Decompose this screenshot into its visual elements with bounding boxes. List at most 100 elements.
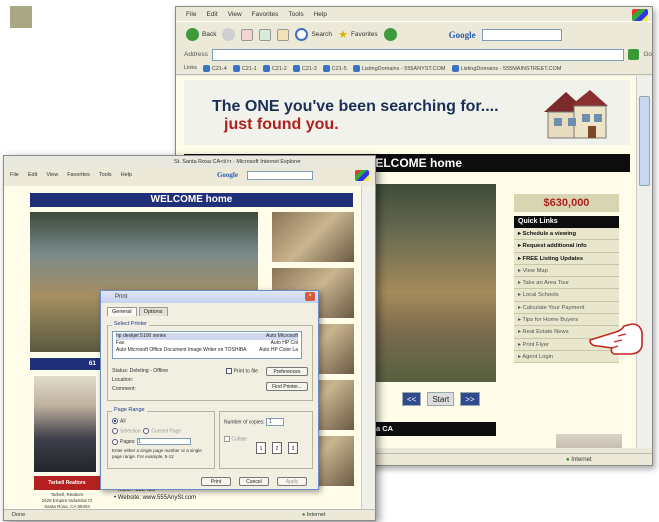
collate-checkbox[interactable] xyxy=(224,436,230,442)
menu-view[interactable]: View xyxy=(228,11,242,18)
link-listing-mainstreet[interactable]: ListingDomains - 555MAINSTREET.COM xyxy=(451,64,561,72)
internet-zone: ● Internet xyxy=(302,510,326,521)
current-page-radio[interactable] xyxy=(143,428,150,434)
quick-link-request-info[interactable]: ▸ Request additional info xyxy=(514,240,619,253)
google-toolbar-logo: Google xyxy=(448,29,476,40)
quick-link-local-schools[interactable]: ▸ Local Schools xyxy=(514,289,619,302)
find-printer-button[interactable]: Find Printer... xyxy=(266,382,308,391)
menu-favorites[interactable]: Favorites xyxy=(67,172,90,178)
collate-label: Collate xyxy=(231,436,247,443)
page-range-label: Page Range xyxy=(112,407,147,413)
printer-name: hp deskjet 5100 series xyxy=(116,333,167,339)
forward-arrow-icon[interactable] xyxy=(222,28,236,41)
print-to-file-row[interactable]: Print to file xyxy=(226,368,258,374)
printer-item[interactable]: Fax Auto HP Col xyxy=(116,340,298,347)
home-icon[interactable] xyxy=(277,28,290,41)
selection-label: Selection xyxy=(120,428,141,435)
link-listing-anyst[interactable]: ListingDomains - 555ANYST.COM xyxy=(352,64,446,72)
printer-name: Auto Microsoft xyxy=(266,333,298,339)
quick-link-schedule-viewing[interactable]: ▸ Schedule a viewing xyxy=(514,228,619,241)
collate-row[interactable]: Collate xyxy=(224,436,247,442)
link-c21-3[interactable]: C21-3 xyxy=(292,64,317,72)
pages-input[interactable]: 1 xyxy=(136,438,191,445)
menu-file[interactable]: File xyxy=(186,11,196,18)
menu-tools[interactable]: Tools xyxy=(288,11,303,18)
tagline-line2: just found you. xyxy=(224,116,339,133)
quick-link-free-updates[interactable]: ▸ FREE Listing Updates xyxy=(514,252,619,265)
link-text: C21-3 xyxy=(301,65,317,72)
menu-tools[interactable]: Tools xyxy=(99,172,112,178)
go-label[interactable]: Go xyxy=(643,51,652,58)
link-c21-2[interactable]: C21-2 xyxy=(262,64,287,72)
google-search-input[interactable] xyxy=(246,170,313,180)
quick-link-area-tour[interactable]: ▸ Take an Area Tour xyxy=(514,277,619,290)
quick-link-view-map[interactable]: ▸ View Map xyxy=(514,264,619,278)
print-to-file-checkbox[interactable] xyxy=(226,368,232,374)
copies-input[interactable]: 1 xyxy=(265,418,284,426)
all-radio[interactable] xyxy=(112,418,118,424)
menu-file[interactable]: File xyxy=(10,172,19,178)
back-button[interactable]: Back xyxy=(186,28,216,41)
scroll-thumb[interactable] xyxy=(639,96,650,186)
printer-item[interactable]: Auto Microsoft Office Document Image Wri… xyxy=(116,347,298,354)
photo-thumbnail[interactable] xyxy=(272,212,354,262)
selection-radio-row[interactable]: Selection Current Page xyxy=(112,428,181,434)
printer-item[interactable]: hp deskjet 5100 series Auto Microsoft xyxy=(116,333,298,340)
print-button[interactable]: Print xyxy=(201,477,231,486)
printer-name: Fax xyxy=(116,340,125,346)
pages-radio-row[interactable]: Pages: 1 xyxy=(112,438,191,445)
front-scrollbar[interactable] xyxy=(361,186,375,510)
back-menubar: File Edit View Favorites Tools Help xyxy=(176,7,652,21)
search-icon xyxy=(295,28,309,41)
website-line[interactable]: • Website: www.555AnySt.com xyxy=(114,494,196,502)
close-icon[interactable]: × xyxy=(305,292,315,301)
menu-help[interactable]: Help xyxy=(121,172,132,178)
menu-edit[interactable]: Edit xyxy=(206,11,217,18)
ie-page-icon xyxy=(262,64,270,72)
status-value: Deleting - Offline xyxy=(129,368,169,374)
tab-general[interactable]: General xyxy=(107,307,137,316)
link-text: C21-5 xyxy=(331,65,347,72)
address-row: Address Go xyxy=(176,47,652,62)
search-button[interactable]: Search xyxy=(295,28,332,41)
photo-prev-button[interactable]: << xyxy=(402,392,422,406)
selection-radio[interactable] xyxy=(112,428,118,434)
menu-view[interactable]: View xyxy=(46,172,58,178)
quick-link-label: Print Flyer xyxy=(522,341,549,348)
google-toolbar-logo: Google xyxy=(216,171,238,179)
media-icon[interactable] xyxy=(383,28,397,41)
quick-link-label: Real Estate News xyxy=(522,329,569,336)
pages-radio[interactable] xyxy=(112,438,118,445)
address-input[interactable] xyxy=(211,48,624,61)
cancel-button[interactable]: Cancel xyxy=(239,477,269,486)
stop-icon[interactable] xyxy=(241,28,254,41)
favorites-button[interactable]: ★ Favorites xyxy=(338,28,378,41)
star-icon: ★ xyxy=(338,29,348,41)
link-text: ListingDomains - 555ANYST.COM xyxy=(361,65,446,72)
link-c21-4[interactable]: C21-4 xyxy=(202,64,227,72)
menu-edit[interactable]: Edit xyxy=(28,172,37,178)
tab-options[interactable]: Options xyxy=(138,307,168,316)
quick-link-label: Take an Area Tour xyxy=(522,280,570,287)
go-icon[interactable] xyxy=(627,49,640,60)
photo-start-button[interactable]: Start xyxy=(427,392,455,406)
ie-page-icon xyxy=(202,64,210,72)
print-tabs: General Options xyxy=(101,303,318,316)
link-c21-1[interactable]: C21-1 xyxy=(232,64,257,72)
front-menubar: File Edit View Favorites Tools Help Goog… xyxy=(4,168,375,182)
menu-favorites[interactable]: Favorites xyxy=(252,11,279,18)
apply-button[interactable]: Apply xyxy=(277,477,307,486)
menu-help[interactable]: Help xyxy=(314,11,327,18)
back-label: Back xyxy=(202,31,217,38)
quick-link-calculate-payment[interactable]: ▸ Calculate Your Payment xyxy=(514,301,619,315)
front-titlebar: St. Santa Rosa CA<t/>r - Microsoft Inter… xyxy=(4,156,375,168)
photo-next-button[interactable]: >> xyxy=(460,392,480,406)
refresh-icon[interactable] xyxy=(259,28,272,41)
all-radio-row[interactable]: All xyxy=(112,418,126,424)
google-search-input[interactable] xyxy=(481,28,562,41)
preferences-button[interactable]: Preferences xyxy=(266,367,308,376)
ie-page-icon xyxy=(292,64,300,72)
collate-page-icon: 1 xyxy=(256,442,266,454)
back-scrollbar[interactable] xyxy=(636,76,652,448)
link-c21-5[interactable]: C21-5 xyxy=(322,64,347,72)
